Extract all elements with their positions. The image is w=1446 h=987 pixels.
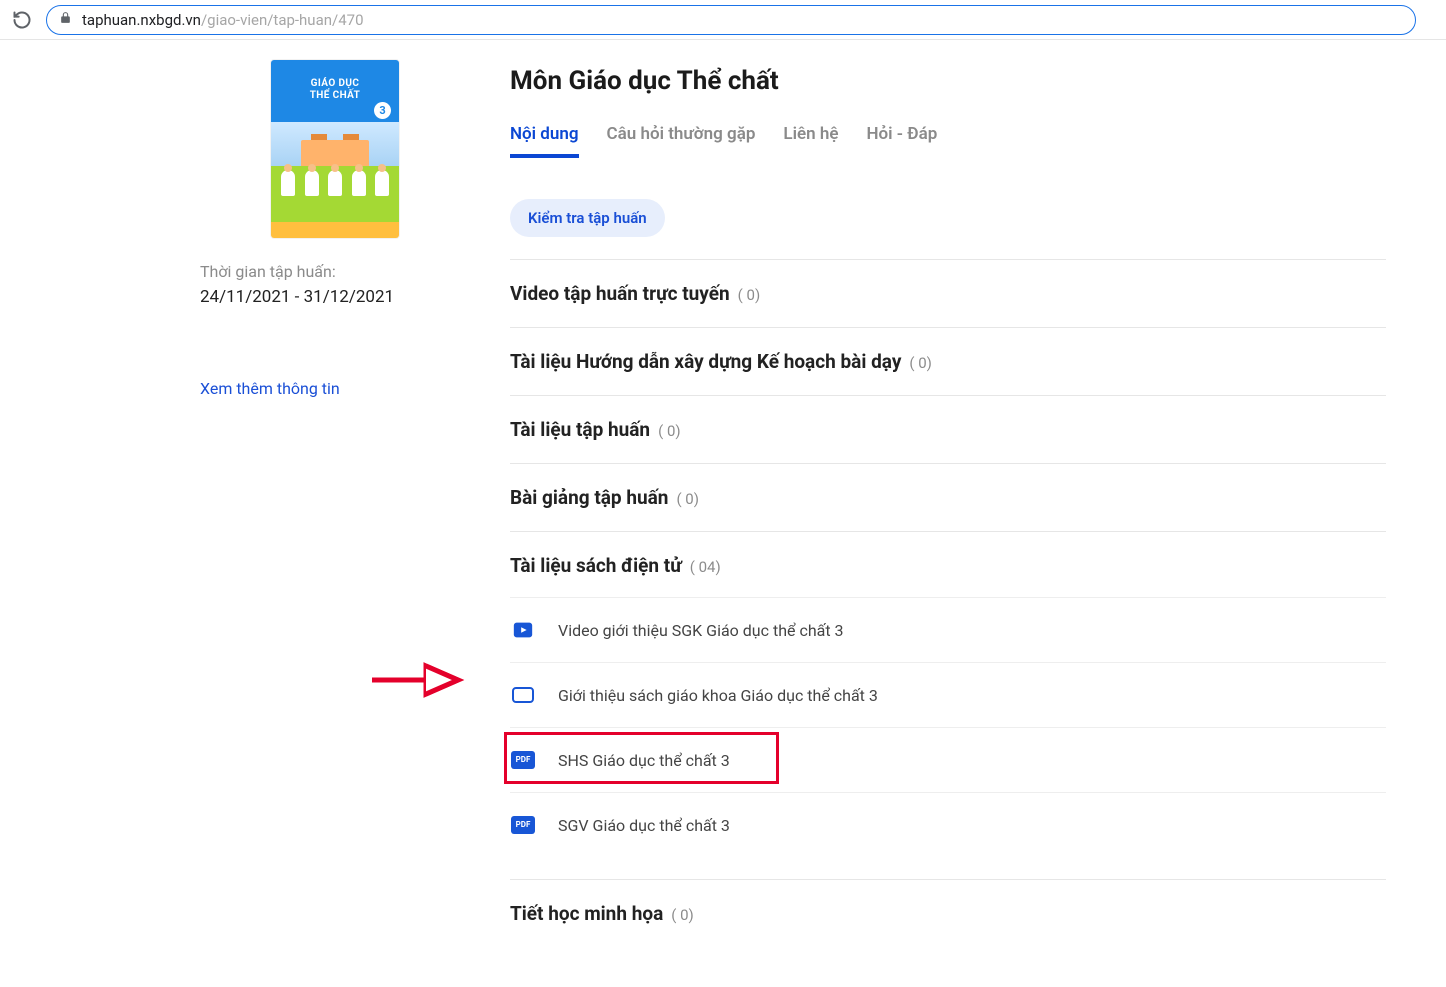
video-icon — [510, 618, 536, 642]
pdf-icon: PDF — [510, 813, 536, 837]
section-count: ( 0) — [671, 906, 694, 924]
section-count: ( 04) — [690, 558, 721, 576]
url-path: /giao-vien/tap-huan/470 — [201, 11, 364, 29]
item-label: SGV Giáo dục thể chất 3 — [558, 816, 730, 835]
ebook-item-shs[interactable]: PDF SHS Giáo dục thể chất 3 — [510, 727, 1386, 792]
section-title: Bài giảng tập huấn — [510, 486, 668, 509]
section-count: ( 0) — [738, 286, 761, 304]
ebook-item-textbook-intro[interactable]: Giới thiệu sách giáo khoa Giáo dục thể c… — [510, 662, 1386, 727]
section-training-docs[interactable]: Tài liệu tập huấn ( 0) — [510, 418, 1386, 441]
cover-grade-badge: 3 — [374, 102, 391, 119]
section-title: Video tập huấn trực tuyến — [510, 282, 730, 305]
pdf-icon: PDF — [510, 748, 536, 772]
training-period-value: 24/11/2021 - 31/12/2021 — [200, 287, 470, 307]
section-demo-lesson[interactable]: Tiết học minh họa ( 0) — [510, 902, 1386, 925]
section-ebook[interactable]: Tài liệu sách điện tử ( 04) — [510, 554, 1386, 577]
section-lesson-plan[interactable]: Tài liệu Hướng dẫn xây dựng Kế hoạch bài… — [510, 350, 1386, 373]
browser-toolbar: taphuan.nxbgd.vn/giao-vien/tap-huan/470 — [0, 0, 1446, 40]
section-count: ( 0) — [909, 354, 932, 372]
item-label: SHS Giáo dục thể chất 3 — [558, 751, 730, 770]
item-label: Video giới thiệu SGK Giáo dục thể chất 3 — [558, 621, 844, 640]
sidebar: GIÁO DỤCTHỂ CHẤT 3 Thời gian tập huấn: 2… — [0, 60, 510, 947]
ebook-item-video-intro[interactable]: Video giới thiệu SGK Giáo dục thể chất 3 — [510, 597, 1386, 662]
more-info-link[interactable]: Xem thêm thông tin — [200, 379, 470, 398]
book-cover: GIÁO DỤCTHỂ CHẤT 3 — [271, 60, 399, 238]
training-period-label: Thời gian tập huấn: — [200, 262, 470, 281]
cover-title: GIÁO DỤCTHỂ CHẤT — [271, 78, 399, 101]
section-count: ( 0) — [658, 422, 681, 440]
section-training-lectures[interactable]: Bài giảng tập huấn ( 0) — [510, 486, 1386, 509]
check-training-button[interactable]: Kiểm tra tập huấn — [510, 199, 665, 237]
url-text: taphuan.nxbgd.vn/giao-vien/tap-huan/470 — [82, 11, 364, 29]
reload-icon — [12, 10, 32, 30]
page-title: Môn Giáo dục Thể chất — [510, 66, 1386, 96]
url-host: taphuan.nxbgd.vn — [82, 11, 201, 29]
ebook-item-sgv[interactable]: PDF SGV Giáo dục thể chất 3 — [510, 792, 1386, 857]
main-content: Môn Giáo dục Thể chất Nội dung Câu hỏi t… — [510, 60, 1446, 947]
address-bar[interactable]: taphuan.nxbgd.vn/giao-vien/tap-huan/470 — [46, 5, 1416, 35]
section-title: Tài liệu sách điện tử — [510, 554, 682, 577]
tab-bar: Nội dung Câu hỏi thường gặp Liên hệ Hỏi … — [510, 124, 1386, 159]
lock-icon — [59, 11, 72, 28]
slides-icon — [510, 683, 536, 707]
section-title: Tài liệu tập huấn — [510, 418, 650, 441]
section-title: Tài liệu Hướng dẫn xây dựng Kế hoạch bài… — [510, 350, 901, 373]
tab-content[interactable]: Nội dung — [510, 124, 579, 158]
section-video-training[interactable]: Video tập huấn trực tuyến ( 0) — [510, 282, 1386, 305]
tab-faq[interactable]: Câu hỏi thường gặp — [607, 124, 756, 158]
section-title: Tiết học minh họa — [510, 902, 663, 925]
item-label: Giới thiệu sách giáo khoa Giáo dục thể c… — [558, 686, 878, 705]
tab-qa[interactable]: Hỏi - Đáp — [867, 124, 938, 158]
section-count: ( 0) — [676, 490, 699, 508]
tab-contact[interactable]: Liên hệ — [783, 124, 838, 158]
reload-button[interactable] — [10, 8, 34, 32]
